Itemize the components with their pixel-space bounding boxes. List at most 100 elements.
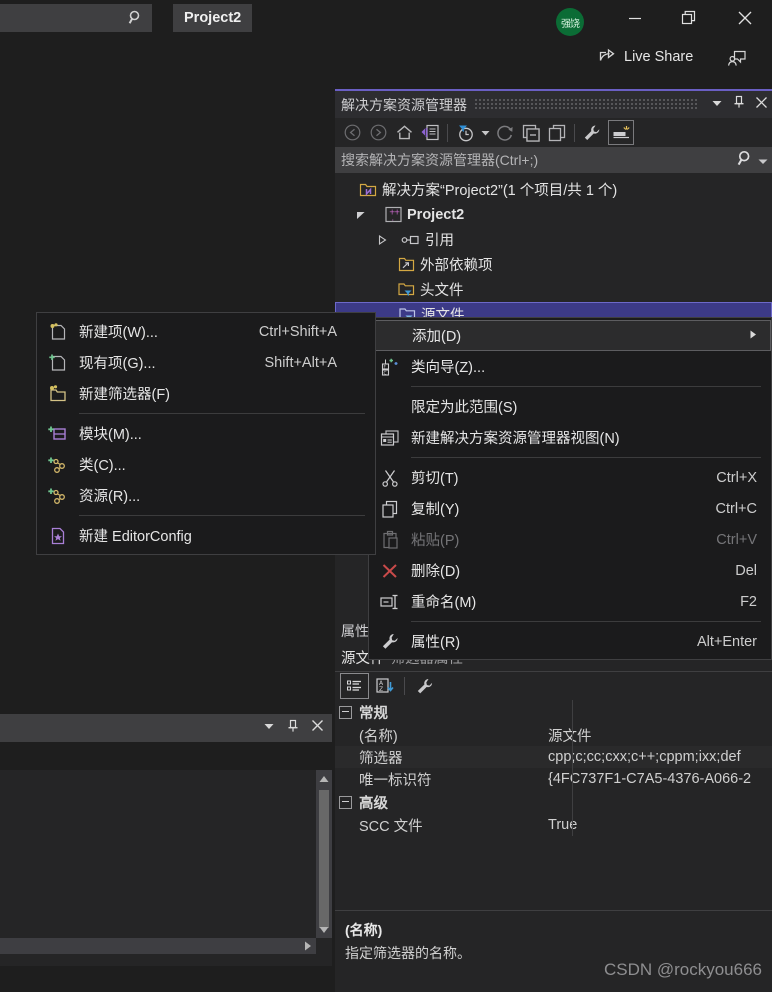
minimize-button[interactable] [612,0,658,36]
scroll-down-icon[interactable] [316,921,332,938]
menu-item-cut[interactable]: 剪切(T) Ctrl+X [369,462,771,493]
submenu-item-class[interactable]: 类(C)... [37,449,375,480]
avatar[interactable]: 强饶 [556,8,584,36]
close-panel-button[interactable] [306,716,328,740]
menu-item-copy[interactable]: 复制(Y) Ctrl+C [369,493,771,524]
column-splitter[interactable] [572,700,573,836]
menu-item-new-solution-explorer-view[interactable]: 新建解决方案资源管理器视图(N) [369,422,771,453]
submenu-item-existing-item[interactable]: 现有项(G)... Shift+Alt+A [37,347,375,378]
menu-item-delete[interactable]: 删除(D) Del [369,555,771,586]
menu-item-rename[interactable]: 重命名(M) F2 [369,586,771,617]
solution-explorer-search-input[interactable]: 搜索解决方案资源管理器(Ctrl+;) [335,147,772,173]
new-item-icon [37,322,79,342]
horizontal-scrollbar[interactable] [0,938,332,954]
maximize-button[interactable] [666,0,712,36]
external-dependencies-icon [395,256,417,273]
references-icon [400,233,422,247]
menu-item-shortcut: Del [735,562,757,579]
feedback-person-icon [727,50,747,72]
property-value[interactable]: {4FC737F1-C7A5-4376-A066-2 [548,771,772,787]
pin-button[interactable] [728,93,750,117]
rename-icon [369,593,411,611]
property-row[interactable]: 唯一标识符 {4FC737F1-C7A5-4376-A066-2 [335,768,772,790]
drag-handle-dots[interactable] [475,98,698,111]
forward-icon[interactable] [365,120,391,145]
twisty-expanded-icon[interactable] [352,210,370,220]
back-icon[interactable] [339,120,365,145]
categorized-icon[interactable] [340,673,369,699]
collapse-all-icon[interactable] [518,120,544,145]
editorconfig-icon [37,526,79,546]
submenu-item-new-filter[interactable]: 新建筛选器(F) [37,378,375,409]
property-value[interactable]: True [548,817,772,833]
tree-item-label: 引用 [425,233,454,249]
property-pages-icon[interactable] [411,674,438,698]
tree-item-solution[interactable]: 解决方案“Project2”(1 个项目/共 1 个) [335,177,772,202]
svg-text:.: . [391,214,394,223]
context-menu: 添加(D) F C 类向导(Z)... 限定为此范围(S) 新建解决方案资源管理… [368,317,772,660]
menu-item-class-wizard[interactable]: F C 类向导(Z)... [369,351,771,382]
property-value[interactable]: cpp;c;cc;cxx;c++;cppm;ixx;def [548,749,772,765]
menu-item-add[interactable]: 添加(D) [369,320,771,351]
twisty-collapsed-icon[interactable] [373,234,391,245]
property-row[interactable]: SCC 文件 True [335,814,772,836]
send-feedback-button[interactable] [727,48,747,73]
window-menu-button[interactable] [706,93,728,117]
pending-changes-dropdown[interactable] [478,120,492,145]
scroll-up-icon[interactable] [316,770,332,787]
new-filter-icon [37,384,79,404]
submenu-item-shortcut: Ctrl+Shift+A [258,323,337,340]
collapse-icon[interactable] [339,795,352,809]
refresh-icon[interactable] [492,120,518,145]
menu-item-label: 属性(R) [411,635,461,651]
menu-separator [411,386,761,387]
property-group-header[interactable]: 高级 [335,790,772,814]
menu-item-properties[interactable]: 属性(R) Alt+Enter [369,626,771,657]
submenu-item-new-item[interactable]: 新建项(W)... Ctrl+Shift+A [37,316,375,347]
search-icon[interactable] [736,149,756,174]
property-value[interactable]: 源文件 [548,725,772,746]
menu-item-paste[interactable]: 粘贴(P) Ctrl+V [369,524,771,555]
pending-changes-filter-icon[interactable] [452,120,478,145]
menu-item-label: 复制(Y) [411,502,460,518]
pin-icon [286,719,300,738]
pin-button[interactable] [282,716,304,740]
tree-item-references[interactable]: 引用 [335,227,772,252]
menu-separator [79,413,365,414]
close-button[interactable] [722,0,768,36]
tree-item-external-dependencies[interactable]: 外部依赖项 [335,252,772,277]
sync-with-active-document-icon[interactable] [417,120,443,145]
property-row[interactable]: 筛选器 cpp;c;cc;cxx;c++;cppm;ixx;def [335,746,772,768]
project-tab[interactable]: Project2 [173,4,253,32]
live-share-button[interactable]: Live Share [598,45,693,68]
solution-explorer-title: 解决方案资源管理器 [341,96,467,113]
live-share-icon [598,45,617,68]
search-options-chevron-down-icon[interactable] [758,153,768,171]
tree-item-project2[interactable]: + + . Project2 [335,202,772,227]
svg-text:+: + [394,208,400,217]
collapse-icon[interactable] [339,705,352,719]
submenu-item-resource[interactable]: 资源(R)... [37,480,375,511]
chevron-down-icon [711,96,723,114]
submenu-item-module[interactable]: 模块(M)... [37,418,375,449]
live-share-row: Live Share [0,40,772,74]
property-group-header[interactable]: 常规 [335,700,772,724]
menu-item-scope-to-this[interactable]: 限定为此范围(S) [369,391,771,422]
vertical-scrollbar[interactable] [316,770,332,938]
scroll-right-icon[interactable] [299,938,316,954]
tree-item-header-files[interactable]: 头文件 [335,277,772,302]
scrollbar-thumb[interactable] [319,790,329,928]
property-row[interactable]: (名称) 源文件 [335,724,772,746]
add-class-icon [37,455,79,475]
home-icon[interactable] [391,120,417,145]
preview-selected-items-icon[interactable] [608,120,634,145]
submenu-item-new-editorconfig[interactable]: 新建 EditorConfig [37,520,375,551]
bottom-left-content [0,770,332,938]
close-panel-button[interactable] [750,93,772,117]
submenu-item-label: 新建 EditorConfig [79,529,192,545]
show-all-files-icon[interactable] [544,120,570,145]
quick-launch-search[interactable] [0,4,152,32]
properties-icon[interactable] [579,120,605,145]
alphabetical-icon[interactable]: A Z [371,674,398,698]
window-menu-button[interactable] [258,716,280,740]
